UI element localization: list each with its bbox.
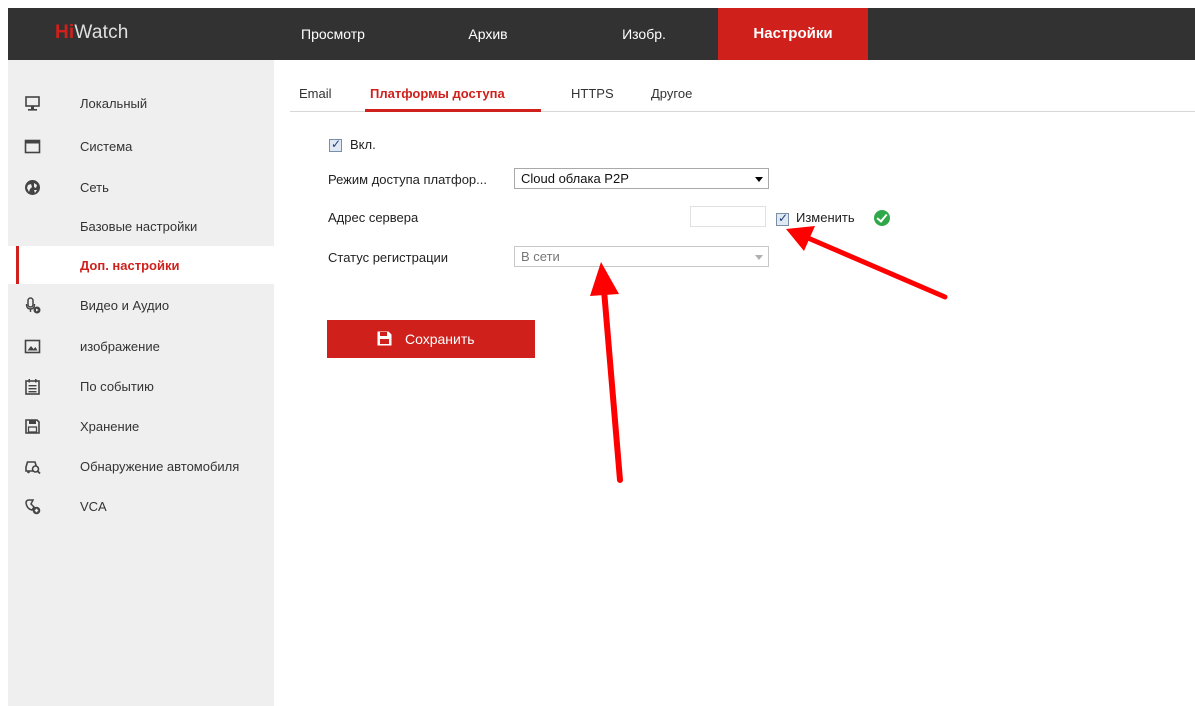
sidebar-item-system[interactable]: Система <box>8 127 274 165</box>
sidebar-item-label: Доп. настройки <box>80 258 180 273</box>
image-icon <box>24 339 41 354</box>
sidebar-item-image[interactable]: изображение <box>8 327 274 365</box>
sidebar-item-label: Система <box>80 139 133 154</box>
sidebar-item-label: изображение <box>80 339 160 354</box>
chevron-down-icon <box>755 177 763 182</box>
sidebar-item-video-audio[interactable]: Видео и Аудио <box>8 286 274 324</box>
check-circle-icon <box>874 210 890 226</box>
sidebar-item-vca[interactable]: VCA <box>8 487 274 525</box>
registration-status-select: В сети <box>514 246 769 267</box>
sidebar-item-label: VCA <box>80 499 107 514</box>
sidebar-item-label: Обнаружение автомобиля <box>80 459 240 474</box>
sidebar-item-local[interactable]: Локальный <box>8 84 274 122</box>
registration-status-value: В сети <box>521 249 560 264</box>
top-navigation-bar: HiWatch Просмотр Архив Изобр. Настройки <box>8 8 1195 60</box>
save-button[interactable]: Сохранить <box>327 320 535 358</box>
server-address-input[interactable] <box>690 206 766 227</box>
hiwatch-logo: HiWatch <box>55 22 129 43</box>
calendar-icon <box>25 379 40 395</box>
sidebar-item-network[interactable]: Сеть <box>8 168 274 206</box>
access-mode-value: Cloud облака P2P <box>521 171 629 186</box>
settings-tabs: Email Платформы доступа HTTPS Другое <box>290 70 1195 112</box>
sidebar-item-label: Видео и Аудио <box>80 298 170 313</box>
enable-checkbox[interactable] <box>329 137 342 152</box>
annotation-arrow-status <box>590 262 623 483</box>
annotation-arrow-change <box>786 226 948 300</box>
nav-settings[interactable]: Настройки <box>718 8 868 60</box>
tab-other[interactable]: Другое <box>651 86 692 101</box>
monitor-icon <box>25 96 40 111</box>
sidebar-item-label: Базовые настройки <box>80 219 198 234</box>
sidebar-item-advanced-settings[interactable]: Доп. настройки <box>8 246 274 284</box>
nav-archive[interactable]: Архив <box>433 8 543 60</box>
tab-email[interactable]: Email <box>299 86 332 101</box>
sidebar-item-storage[interactable]: Хранение <box>8 407 274 445</box>
car-search-icon <box>25 461 41 475</box>
access-mode-select[interactable]: Cloud облака P2P <box>514 168 769 189</box>
sidebar-item-label: Хранение <box>80 419 140 434</box>
save-button-label: Сохранить <box>405 331 475 347</box>
registration-status-label: Статус регистрации <box>328 250 449 265</box>
microphone-icon <box>25 297 41 314</box>
sidebar-item-event[interactable]: По событию <box>8 367 274 405</box>
vca-icon <box>25 499 41 515</box>
server-address-label: Адрес сервера <box>328 210 419 225</box>
nav-image[interactable]: Изобр. <box>589 8 699 60</box>
active-tab-underline <box>365 109 541 112</box>
change-label: Изменить <box>796 210 855 225</box>
sidebar-item-basic-settings[interactable]: Базовые настройки <box>8 207 274 245</box>
floppy-disk-icon <box>377 331 392 346</box>
sidebar-item-vehicle-detection[interactable]: Обнаружение автомобиля <box>8 447 274 485</box>
chevron-down-icon <box>755 255 763 260</box>
sidebar: Локальный Система Сеть Базовые настройки… <box>8 60 274 706</box>
change-checkbox[interactable] <box>776 211 789 226</box>
sidebar-item-label: Сеть <box>80 180 109 195</box>
floppy-disk-icon <box>25 419 40 434</box>
tab-https[interactable]: HTTPS <box>571 86 614 101</box>
globe-icon <box>25 180 40 195</box>
tab-access-platforms[interactable]: Платформы доступа <box>370 86 505 101</box>
enable-label: Вкл. <box>350 137 376 152</box>
sidebar-item-label: По событию <box>80 379 154 394</box>
access-mode-label: Режим доступа платфор... <box>328 172 488 187</box>
sidebar-item-label: Локальный <box>80 96 148 111</box>
window-icon <box>24 139 41 154</box>
nav-view[interactable]: Просмотр <box>278 8 388 60</box>
